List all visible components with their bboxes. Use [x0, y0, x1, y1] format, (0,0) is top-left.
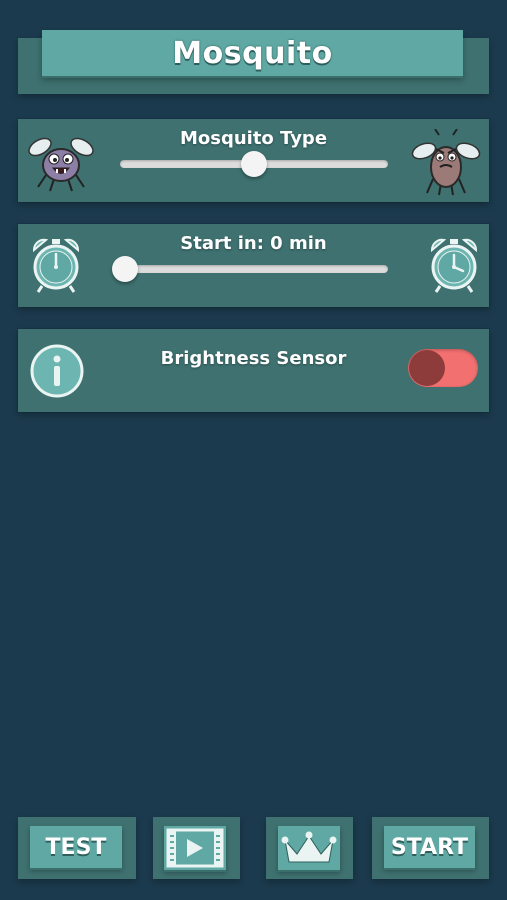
alarm-clock-icon-right — [430, 238, 478, 293]
toggle-knob — [409, 350, 445, 386]
brightness-sensor-toggle[interactable] — [408, 349, 478, 387]
start-timer-panel: Start in: 0 min — [18, 224, 489, 307]
start-timer-slider-thumb[interactable] — [112, 256, 138, 282]
video-button[interactable] — [164, 826, 226, 870]
title-bar: Mosquito — [42, 30, 463, 76]
start-button[interactable]: START — [384, 826, 475, 868]
page-title: Mosquito — [172, 35, 333, 71]
start-button-frame: START — [372, 817, 489, 879]
brightness-panel: Brightness Sensor — [18, 329, 489, 412]
video-play-icon — [166, 828, 224, 868]
start-timer-label: Start in: 0 min — [180, 233, 327, 254]
mosquito-type-panel: Mosquito Type — [18, 119, 489, 202]
mosquito-type-slider-thumb[interactable] — [241, 151, 267, 177]
test-button[interactable]: TEST — [30, 826, 122, 868]
start-timer-slider-track[interactable] — [120, 265, 388, 273]
premium-button-frame — [266, 817, 353, 879]
video-button-frame — [153, 817, 240, 879]
crown-icon — [281, 831, 337, 863]
test-button-frame: TEST — [18, 817, 136, 879]
premium-button[interactable] — [278, 826, 340, 870]
angry-mosquito-icon — [411, 129, 481, 196]
